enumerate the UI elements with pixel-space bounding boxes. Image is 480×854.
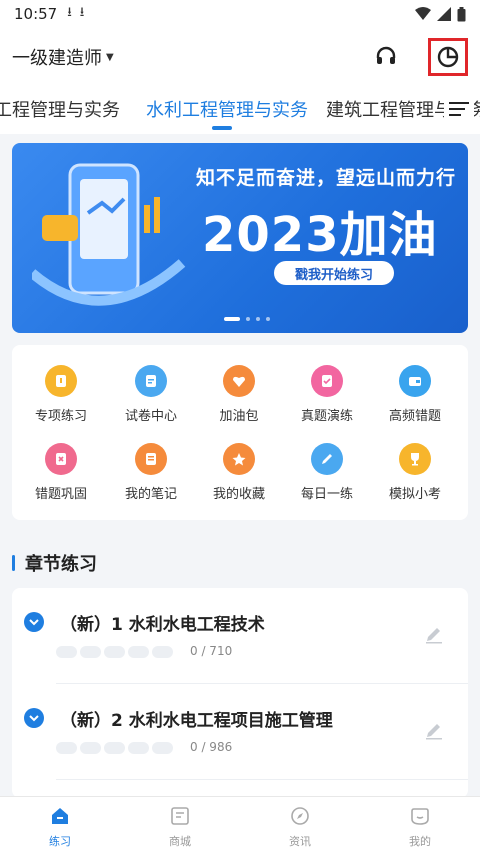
- expand-icon[interactable]: [24, 708, 44, 728]
- nav-label: 资讯: [289, 835, 311, 848]
- nav-mine[interactable]: 我的: [360, 797, 480, 854]
- grid-item-my-notes[interactable]: 我的笔记: [108, 443, 194, 502]
- grid-item-real-exam[interactable]: 真题演练: [284, 365, 370, 424]
- heart-box-icon: [223, 365, 255, 397]
- tab-indicator: [212, 126, 232, 130]
- target-icon: [45, 365, 77, 397]
- download-icon: ⭳: [79, 5, 85, 20]
- pie-chart-icon: [437, 46, 459, 68]
- tab-subject-2[interactable]: 水利工程管理与实务: [146, 96, 308, 122]
- nav-news[interactable]: 资讯: [240, 797, 360, 854]
- trophy-icon: [399, 443, 431, 475]
- headset-icon: [376, 46, 396, 64]
- exam-selector[interactable]: 一级建造师 ▼: [12, 44, 114, 70]
- grid-item-special-practice[interactable]: 专项练习: [18, 365, 104, 424]
- phone-illustration: [32, 163, 186, 306]
- divider: [56, 779, 468, 780]
- chapter-progress: 0 / 986: [190, 740, 233, 754]
- grid-item-error-review[interactable]: 错题巩固: [18, 443, 104, 502]
- tab-menu-button[interactable]: [444, 94, 474, 124]
- nav-practice[interactable]: 练习: [0, 797, 120, 854]
- status-time: 10:57: [14, 5, 58, 23]
- chapter-title: （新）1 水利水电工程技术: [60, 615, 265, 635]
- compass-icon: [291, 807, 309, 825]
- grid-item-label: 真题演练: [300, 409, 353, 424]
- bottom-navigation: 练习 商城 资讯 我的: [0, 796, 480, 854]
- menu-icon: [449, 102, 469, 116]
- section-title: 章节练习: [25, 554, 97, 575]
- progress-pills: [56, 646, 173, 658]
- grid-item-label: 错题巩固: [34, 487, 87, 502]
- download-icon: ⭳: [67, 5, 72, 20]
- grid-item-frequent-errors[interactable]: 高频错题: [372, 365, 458, 424]
- progress-pills: [56, 742, 173, 754]
- banner-cta-button[interactable]: 戳我开始练习: [274, 261, 394, 285]
- grid-item-daily-practice[interactable]: 每日一练: [284, 443, 370, 502]
- grid-item-label: 模拟小考: [388, 487, 441, 502]
- chapter-item[interactable]: （新）1 水利水电工程技术 0 / 710: [12, 588, 468, 684]
- banner-pagination: [224, 317, 270, 321]
- paper-icon: [135, 365, 167, 397]
- grid-item-label: 我的收藏: [212, 487, 265, 502]
- grid-item-paper-center[interactable]: 试卷中心: [108, 365, 194, 424]
- profile-icon: [411, 808, 429, 825]
- home-icon: [52, 808, 68, 824]
- chapter-list: （新）1 水利水电工程技术 0 / 710 （新）2 水利水电工程项目施工管理 …: [12, 588, 468, 798]
- app-header: 一级建造师 ▼: [0, 28, 480, 86]
- pagination-dot: [246, 317, 250, 321]
- grid-item-label: 专项练习: [34, 409, 87, 424]
- book-icon: [171, 807, 189, 825]
- edit-icon[interactable]: [424, 624, 444, 644]
- pagination-dot: [224, 317, 240, 321]
- chapter-title: （新）2 水利水电工程项目施工管理: [60, 711, 333, 731]
- exam-title: 一级建造师: [12, 48, 102, 69]
- chapter-item[interactable]: （新）2 水利水电工程项目施工管理 0 / 986: [12, 684, 468, 780]
- exam-icon: [311, 365, 343, 397]
- wifi-icon: [415, 7, 431, 20]
- grid-item-label: 我的笔记: [124, 487, 177, 502]
- status-bar: 10:57 ⭳ ⭳: [0, 0, 480, 28]
- banner-headline: 2023加油: [202, 207, 438, 263]
- pagination-dot: [266, 317, 270, 321]
- customer-service-button[interactable]: [368, 39, 404, 75]
- note-icon: [135, 443, 167, 475]
- grid-item-boost-pack[interactable]: 加油包: [196, 365, 282, 424]
- grid-item-label: 试卷中心: [124, 409, 177, 424]
- promo-banner[interactable]: 知不足而奋进，望远山而力行 2023加油 戳我开始练习: [12, 143, 468, 333]
- wrong-icon: [45, 443, 77, 475]
- statistics-button[interactable]: [428, 38, 468, 76]
- star-icon: [223, 443, 255, 475]
- chapter-progress: 0 / 710: [190, 644, 233, 658]
- feature-grid: 专项练习 试卷中心 加油包 真题演练 高频错题 错题巩固 我的笔记 我的收藏 每…: [12, 345, 468, 520]
- signal-icon: [437, 7, 451, 21]
- banner-slogan: 知不足而奋进，望远山而力行: [196, 167, 457, 189]
- grid-item-my-favorites[interactable]: 我的收藏: [196, 443, 282, 502]
- nav-label: 商城: [169, 835, 191, 848]
- battery-icon: [457, 6, 466, 21]
- edit-icon[interactable]: [424, 720, 444, 740]
- expand-icon[interactable]: [24, 612, 44, 632]
- nav-label: 练习: [49, 835, 71, 848]
- grid-item-label: 每日一练: [300, 487, 353, 502]
- pen-icon: [311, 443, 343, 475]
- section-header: 章节练习: [12, 552, 97, 575]
- tab-subject-1[interactable]: 工程管理与实务: [0, 96, 120, 122]
- pagination-dot: [256, 317, 260, 321]
- section-accent-bar: [12, 555, 15, 571]
- subject-tabs: 工程管理与实务 水利工程管理与实务 建筑工程管理与实务: [0, 86, 480, 134]
- grid-item-label: 高频错题: [388, 409, 441, 424]
- nav-mall[interactable]: 商城: [120, 797, 240, 854]
- wallet-icon: [399, 365, 431, 397]
- nav-label: 我的: [409, 835, 431, 848]
- grid-item-mock-exam[interactable]: 模拟小考: [372, 443, 458, 502]
- grid-item-label: 加油包: [219, 409, 259, 424]
- caret-down-icon: ▼: [106, 51, 114, 63]
